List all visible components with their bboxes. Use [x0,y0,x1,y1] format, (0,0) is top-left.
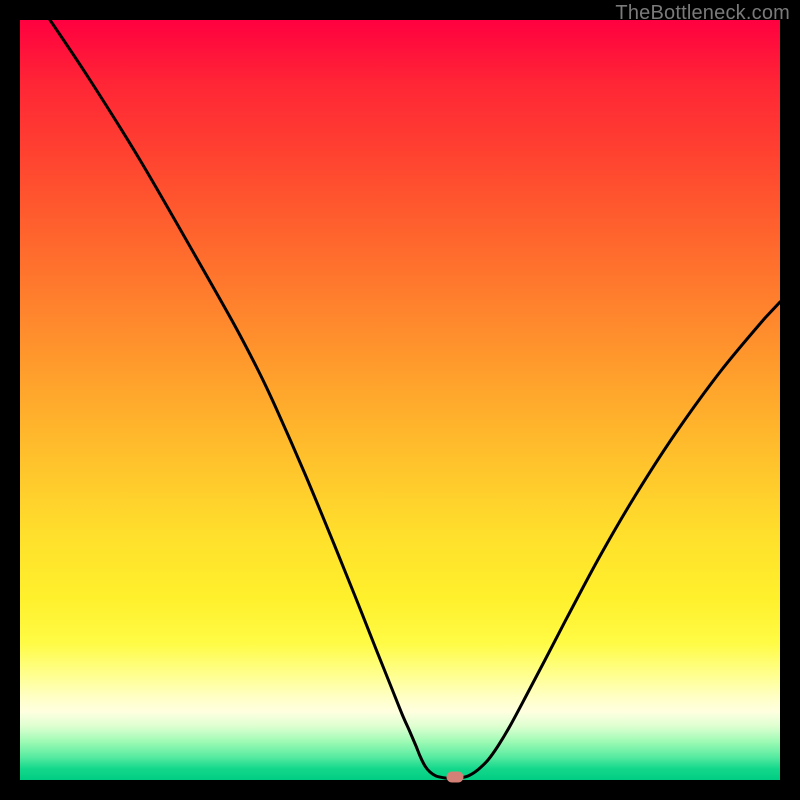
optimum-marker [447,772,464,783]
watermark-text: TheBottleneck.com [615,2,790,25]
chart-frame: TheBottleneck.com [0,0,800,800]
bottleneck-curve [20,20,780,780]
plot-area [20,20,780,780]
